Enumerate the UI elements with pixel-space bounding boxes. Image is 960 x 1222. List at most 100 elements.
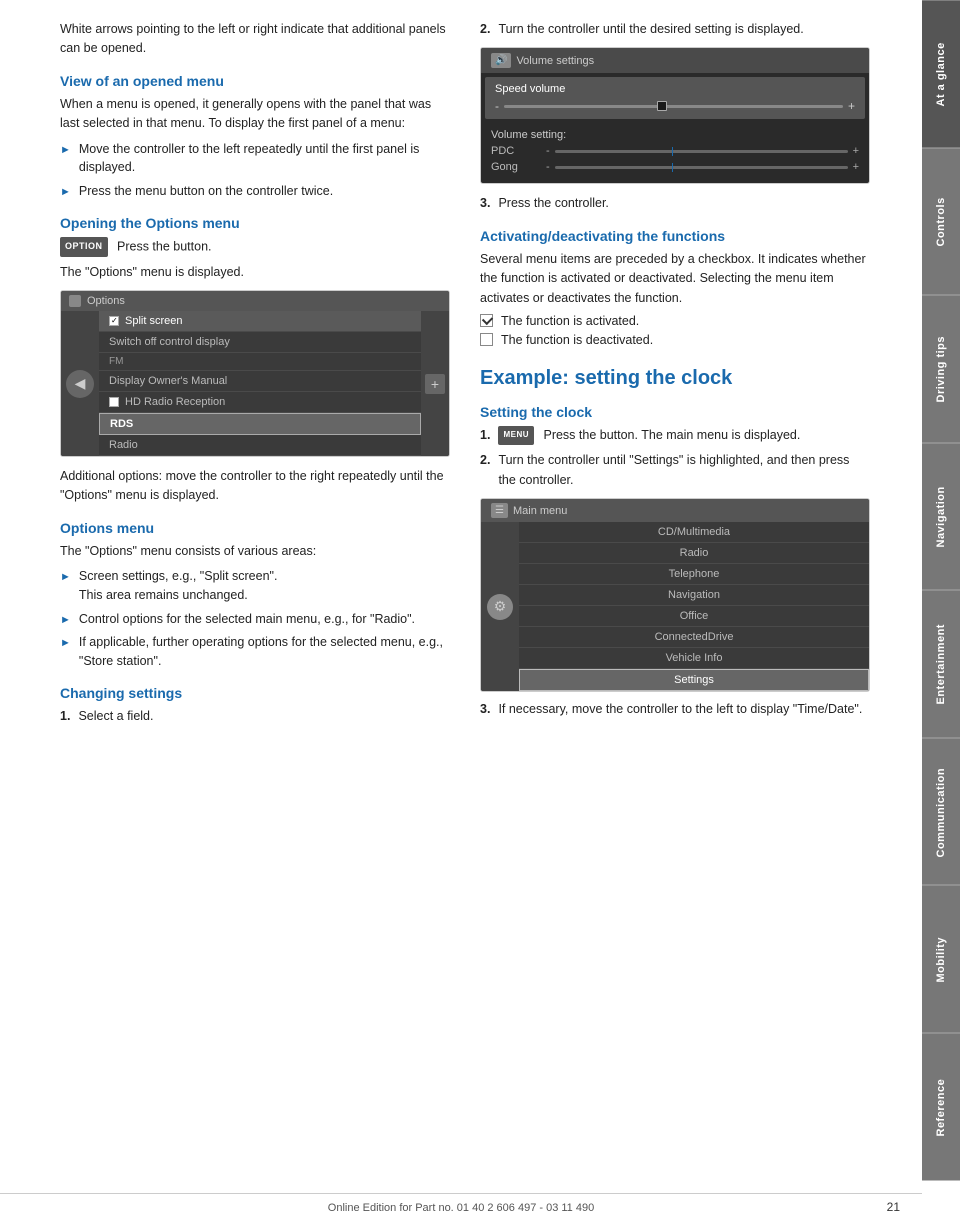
press-menu-text: Press the button. The main menu is displ… [543, 428, 800, 442]
main-menu-item-telephone: Telephone [519, 564, 869, 585]
check-active-label: The function is activated. [501, 314, 639, 328]
options-screen-title: Options [87, 295, 125, 307]
bullet-control-options-text: Control options for the selected main me… [79, 610, 415, 629]
numbered-item-turn-controller: 2. Turn the controller until the desired… [480, 20, 870, 39]
menu-button-label: MENU [498, 426, 534, 444]
section-heading-changing-settings: Changing settings [60, 685, 450, 701]
bullet-arrow-4: ► [60, 612, 71, 629]
press-menu-content: MENU Press the button. The main menu is … [498, 426, 800, 445]
menu-item-split-screen: Split screen [99, 311, 421, 332]
check-active-icon [480, 314, 493, 327]
main-menu-icon: ☰ [491, 503, 508, 518]
main-menu-item-office: Office [519, 606, 869, 627]
gong-indicator [672, 163, 673, 172]
pdc-slider [555, 150, 848, 153]
sidebar-tab-reference[interactable]: Reference [922, 1033, 960, 1181]
page-footer: Online Edition for Part no. 01 40 2 606 … [0, 1193, 922, 1222]
speed-vol-thumb [657, 101, 667, 111]
menu-item-display-owners-label: Display Owner's Manual [109, 375, 227, 387]
page-number: 21 [887, 1200, 900, 1214]
option-button-label: OPTION [60, 237, 108, 257]
speed-vol-minus: - [495, 99, 499, 113]
opened-menu-para: When a menu is opened, it generally open… [60, 95, 450, 134]
numbered-item-select-field-text: Select a field. [78, 707, 153, 726]
section-heading-options-menu-desc: Options menu [60, 520, 450, 536]
section-heading-setting-clock: Setting the clock [480, 404, 870, 420]
numbered-item-select-field-num: 1. [60, 707, 70, 726]
menu-item-hd-radio: HD Radio Reception [99, 392, 421, 413]
main-menu-items-list: CD/Multimedia Radio Telephone Navigation… [519, 522, 869, 691]
sidebar-tab-entertainment[interactable]: Entertainment [922, 590, 960, 738]
gong-minus: - [546, 161, 550, 173]
bullet-further-options-text: If applicable, further operating options… [79, 633, 450, 671]
options-screen-right-btn: + [421, 311, 449, 456]
main-menu-body: ⚙ CD/Multimedia Radio Telephone Navigati… [481, 522, 869, 691]
sidebar-tab-driving-tips[interactable]: Driving tips [922, 295, 960, 443]
bullet-item-2: ► Press the menu button on the controlle… [60, 182, 450, 201]
check-inactive-label: The function is deactivated. [501, 333, 653, 347]
option-btn-text: Press the button. [117, 239, 212, 253]
main-menu-item-cd: CD/Multimedia [519, 522, 869, 543]
bullet-arrow-2: ► [60, 184, 71, 201]
main-menu-title-text: Main menu [513, 505, 567, 517]
sidebar-tab-communication[interactable]: Communication [922, 738, 960, 886]
bullet-screen-settings-sub: This area remains unchanged. [79, 588, 248, 602]
gong-slider [555, 166, 848, 169]
plus-button: + [425, 374, 445, 394]
pdc-indicator [672, 147, 673, 156]
volume-screen-title-bar: 🔊 Volume settings [481, 48, 869, 73]
sidebar: At a glance Controls Driving tips Naviga… [922, 0, 960, 1180]
menu-item-switch-off: Switch off control display [99, 332, 421, 353]
options-menu-desc-para: The "Options" menu consists of various a… [60, 542, 450, 561]
additional-options-para: Additional options: move the controller … [60, 467, 450, 506]
main-menu-item-settings: Settings [519, 669, 869, 691]
pdc-plus: + [853, 145, 859, 157]
bullet-arrow-1: ► [60, 142, 71, 159]
speed-volume-row: Speed volume - + [485, 77, 865, 119]
menu-item-switch-off-label: Switch off control display [109, 336, 230, 348]
menu-item-split-screen-label: Split screen [125, 315, 182, 327]
options-screen-nav: ◀ [61, 311, 99, 456]
volume-screen-title: Volume settings [516, 55, 594, 67]
section-heading-options-menu: Opening the Options menu [60, 215, 450, 231]
move-left-num: 3. [480, 700, 490, 719]
menu-item-display-owners: Display Owner's Manual [99, 371, 421, 392]
pdc-minus: - [546, 145, 550, 157]
sidebar-tab-mobility[interactable]: Mobility [922, 885, 960, 1033]
numbered-item-press-menu: 1. MENU Press the button. The main menu … [480, 426, 870, 445]
numbered-item-turn-text: Turn the controller until the desired se… [498, 20, 803, 39]
speed-vol-plus: + [848, 99, 855, 113]
main-menu-screen-image: ☰ Main menu ⚙ CD/Multimedia Radio Teleph… [480, 498, 870, 692]
bullet-screen-settings-content: Screen settings, e.g., "Split screen". T… [79, 567, 278, 605]
options-screen-image: Options ◀ Split screen Switch off contro… [60, 290, 450, 457]
bullet-text-1: Move the controller to the left repeated… [79, 140, 450, 178]
left-column: White arrows pointing to the left or rig… [60, 20, 450, 732]
numbered-item-turn-num: 2. [480, 20, 490, 39]
speed-vol-track [504, 105, 843, 108]
checkbox-hd-radio [109, 397, 119, 407]
menu-item-radio: Radio [99, 435, 421, 456]
bullet-screen-settings: ► Screen settings, e.g., "Split screen".… [60, 567, 450, 605]
sidebar-tab-at-a-glance[interactable]: At a glance [922, 0, 960, 148]
main-menu-item-vehicle-info: Vehicle Info [519, 648, 869, 669]
bullet-arrow-5: ► [60, 635, 71, 652]
move-left-text: If necessary, move the controller to the… [498, 700, 862, 719]
check-inactive-icon [480, 333, 493, 346]
menu-section-fm: FM [99, 353, 421, 371]
main-menu-title-bar: ☰ Main menu [481, 499, 869, 522]
main-menu-left-nav: ⚙ [481, 522, 519, 691]
pdc-label: PDC [491, 145, 541, 157]
activate-para: Several menu items are preceded by a che… [480, 250, 870, 308]
sidebar-tab-navigation[interactable]: Navigation [922, 443, 960, 591]
check-active-row: The function is activated. [480, 314, 870, 328]
main-menu-item-navigation: Navigation [519, 585, 869, 606]
sidebar-tab-controls[interactable]: Controls [922, 148, 960, 296]
section-heading-activate: Activating/deactivating the functions [480, 228, 870, 244]
intro-paragraph: White arrows pointing to the left or rig… [60, 20, 450, 59]
numbered-item-press-controller: 3. Press the controller. [480, 194, 870, 213]
main-menu-item-connected-drive: ConnectedDrive [519, 627, 869, 648]
check-inactive-row: The function is deactivated. [480, 333, 870, 347]
turn-settings-text: Turn the controller until "Settings" is … [498, 451, 870, 490]
footer-text: Online Edition for Part no. 01 40 2 606 … [328, 1202, 594, 1214]
volume-screen-image: 🔊 Volume settings Speed volume - + Volum… [480, 47, 870, 184]
